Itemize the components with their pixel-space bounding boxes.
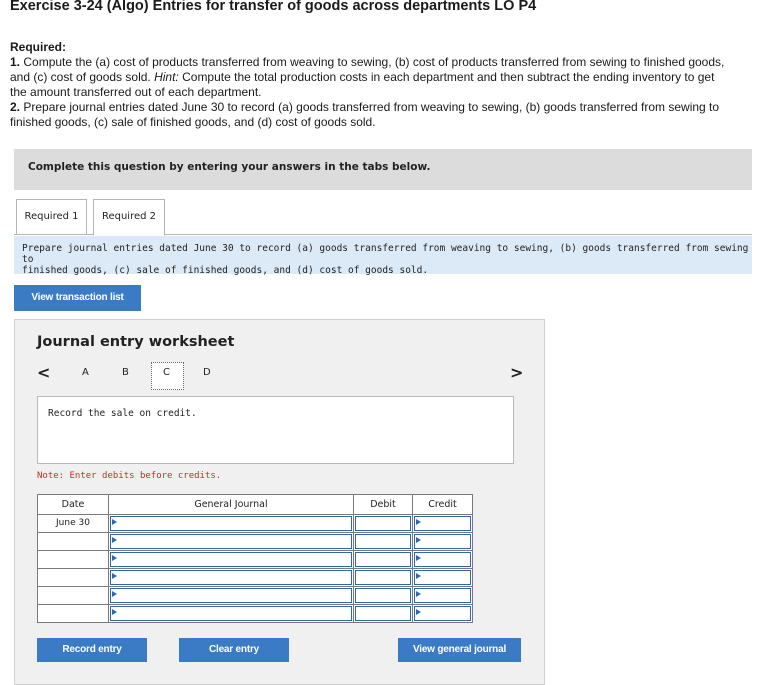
credit-input[interactable] <box>414 552 471 567</box>
account-select[interactable] <box>110 516 352 531</box>
required-item-2-text: Prepare journal entries dated June 30 to… <box>23 100 720 114</box>
credit-cell[interactable] <box>412 586 473 605</box>
debit-input[interactable] <box>355 588 411 603</box>
column-header-date: Date <box>37 494 109 515</box>
debits-note: Note: Enter debits before credits. <box>37 471 222 481</box>
debit-cell[interactable] <box>353 514 413 533</box>
credit-input[interactable] <box>414 534 471 549</box>
page-title: Exercise 3-24 (Algo) Entries for transfe… <box>10 0 537 14</box>
required-item-2-number: 2. <box>10 100 21 114</box>
journal-table: Date General Journal Debit Credit June 3… <box>37 494 473 623</box>
view-general-journal-button[interactable]: View general journal <box>398 638 521 662</box>
tab-instructions: Prepare journal entries dated June 30 to… <box>14 236 752 276</box>
column-header-credit: Credit <box>412 494 473 515</box>
nav-item-c[interactable]: C <box>163 367 170 378</box>
date-cell <box>37 604 109 623</box>
banner-text: Complete this question by entering your … <box>28 161 431 173</box>
tab-instructions-line-1: Prepare journal entries dated June 30 to… <box>22 243 749 265</box>
credit-cell[interactable] <box>412 568 473 587</box>
account-select[interactable] <box>110 588 352 603</box>
view-transaction-list-button[interactable]: View transaction list <box>14 285 141 311</box>
worksheet-title: Journal entry worksheet <box>37 334 235 350</box>
date-cell <box>37 568 109 587</box>
transaction-description-box <box>37 396 514 464</box>
table-row <box>37 568 473 587</box>
journal-table-header: Date General Journal Debit Credit <box>37 494 473 515</box>
debit-input[interactable] <box>355 606 411 621</box>
date-cell <box>37 586 109 605</box>
required-item-1-number: 1. <box>10 55 21 69</box>
required-item-2-line-1: 2. Prepare journal entries dated June 30… <box>10 100 762 115</box>
credit-input[interactable] <box>414 516 471 531</box>
account-cell[interactable] <box>108 604 354 623</box>
required-item-2-line-2: finished goods, (c) sale of finished goo… <box>10 115 376 129</box>
account-select[interactable] <box>110 534 352 549</box>
credit-input[interactable] <box>414 606 471 621</box>
debit-cell[interactable] <box>353 550 413 569</box>
account-cell[interactable] <box>108 568 354 587</box>
record-entry-button[interactable]: Record entry <box>37 638 147 662</box>
table-row <box>37 586 473 605</box>
nav-item-d[interactable]: D <box>203 367 211 378</box>
required-item-1-text-2a: and (c) cost of goods sold. <box>10 70 155 84</box>
table-row <box>37 550 473 569</box>
debit-input[interactable] <box>355 534 411 549</box>
account-cell[interactable] <box>108 586 354 605</box>
debit-input[interactable] <box>355 516 411 531</box>
credit-cell[interactable] <box>412 550 473 569</box>
date-cell: June 30 <box>37 514 109 533</box>
nav-item-b[interactable]: B <box>122 367 129 378</box>
prev-arrow-icon[interactable]: < <box>37 364 50 382</box>
credit-cell[interactable] <box>412 514 473 533</box>
account-cell[interactable] <box>108 550 354 569</box>
debit-cell[interactable] <box>353 586 413 605</box>
tab-required-1[interactable]: Required 1 <box>16 199 87 235</box>
column-header-debit: Debit <box>353 494 413 515</box>
account-select[interactable] <box>110 552 352 567</box>
instructions-banner: Complete this question by entering your … <box>14 149 752 190</box>
clear-entry-button[interactable]: Clear entry <box>179 638 289 662</box>
transaction-description: Record the sale on credit. <box>48 408 197 419</box>
column-header-general-journal: General Journal <box>108 494 354 515</box>
debit-cell[interactable] <box>353 532 413 551</box>
table-row: June 30 <box>37 514 473 533</box>
tab-required-2[interactable]: Required 2 <box>93 199 165 236</box>
table-row <box>37 532 473 551</box>
debit-cell[interactable] <box>353 604 413 623</box>
date-cell <box>37 532 109 551</box>
next-arrow-icon[interactable]: > <box>510 364 523 382</box>
nav-item-a[interactable]: A <box>82 367 89 378</box>
credit-cell[interactable] <box>412 604 473 623</box>
account-cell[interactable] <box>108 532 354 551</box>
account-select[interactable] <box>110 570 352 585</box>
required-item-1-text: Compute the (a) cost of products transfe… <box>23 55 725 69</box>
credit-cell[interactable] <box>412 532 473 551</box>
debit-input[interactable] <box>355 570 411 585</box>
hint-label: Hint: <box>154 70 179 84</box>
credit-input[interactable] <box>414 588 471 603</box>
required-item-1-line-1: 1. Compute the (a) cost of products tran… <box>10 55 762 70</box>
required-item-1-text-2b: Compute the total production costs in ea… <box>178 70 715 84</box>
credit-input[interactable] <box>414 570 471 585</box>
account-cell[interactable] <box>108 514 354 533</box>
date-cell <box>37 550 109 569</box>
debit-input[interactable] <box>355 552 411 567</box>
required-item-1-line-2: and (c) cost of goods sold. Hint: Comput… <box>10 70 762 85</box>
table-row <box>37 604 473 623</box>
required-heading: Required: <box>10 40 67 54</box>
debit-cell[interactable] <box>353 568 413 587</box>
required-item-1-line-3: the amount transferred out of each depar… <box>10 85 262 99</box>
account-select[interactable] <box>110 606 352 621</box>
tab-instructions-line-2: finished goods, (c) sale of finished goo… <box>22 265 429 276</box>
